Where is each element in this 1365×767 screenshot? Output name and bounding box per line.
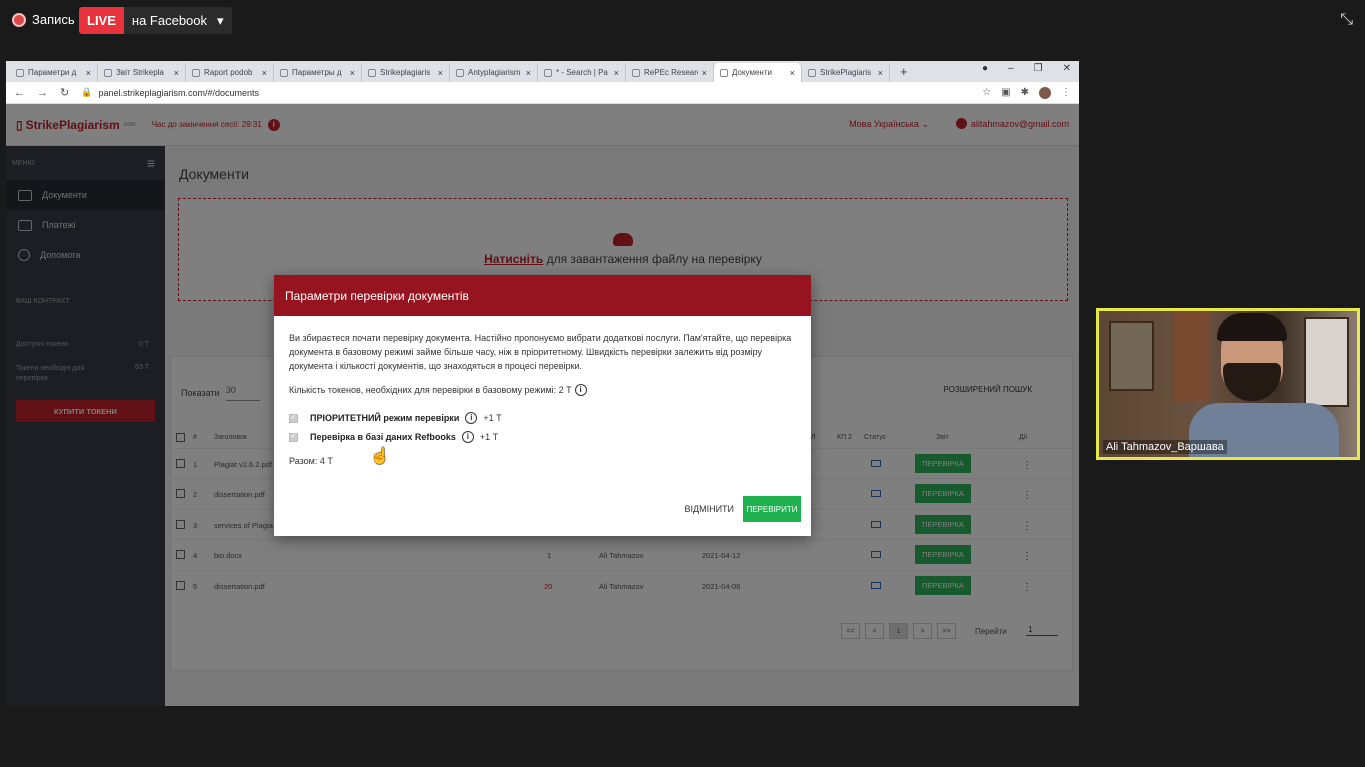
lock-icon: 🔒 xyxy=(81,87,93,97)
favicon-icon xyxy=(104,68,112,77)
token-count: Кількість токенов, необхідних для переві… xyxy=(289,383,796,397)
participant-name: Ali Tahmazov_Варшава xyxy=(1103,440,1227,454)
back-icon[interactable]: ← xyxy=(14,87,25,99)
close-tab-icon[interactable]: × xyxy=(438,68,443,78)
close-tab-icon[interactable]: × xyxy=(614,68,619,78)
reload-icon[interactable]: ↻ xyxy=(60,86,69,99)
browser-window: Параметри д × Звіт Strikepla × Raport podo… xyxy=(6,61,1079,706)
favicon-icon xyxy=(720,68,728,77)
browser-tab-active[interactable]: Документи × xyxy=(714,63,802,82)
restore-icon[interactable]: ❐ xyxy=(1034,63,1043,74)
option-checkbox[interactable]: ✓ xyxy=(289,413,298,423)
dialog-actions: ВІДМІНИТИ ПЕРЕВІРИТИ xyxy=(684,496,801,522)
tab-search-icon[interactable]: ● xyxy=(982,63,988,74)
dialog-body: Ви збираєтеся почати перевірку документа… xyxy=(274,316,811,468)
url-field[interactable]: 🔒 panel.strikeplagiarism.com/#/documents xyxy=(81,87,970,98)
new-tab-icon[interactable]: + xyxy=(900,64,908,79)
browser-tab[interactable]: Параметры д × xyxy=(274,63,362,82)
recording-label: Запись xyxy=(32,12,75,27)
extension-zoom-icon[interactable]: ▣ xyxy=(1001,87,1010,98)
browser-tab[interactable]: * - Search | Pa × xyxy=(538,63,626,82)
option-cost: +1 Т xyxy=(483,413,502,423)
video-picture-frame xyxy=(1304,317,1349,407)
tab-title: Звіт Strikepla xyxy=(116,68,164,77)
video-window xyxy=(1109,321,1154,391)
exit-fullscreen-icon[interactable]: ⤡ xyxy=(1340,11,1353,29)
close-tab-icon[interactable]: × xyxy=(878,68,883,78)
tab-title: Raport podob xyxy=(204,68,253,77)
url-text: panel.strikeplagiarism.com/#/documents xyxy=(98,87,260,98)
favicon-icon xyxy=(368,68,376,77)
minimize-icon[interactable]: – xyxy=(1008,63,1014,74)
participant-video[interactable]: Ali Tahmazov_Варшава xyxy=(1096,308,1360,460)
favicon-icon xyxy=(544,68,552,77)
tab-title: Параметри д xyxy=(28,68,77,77)
total-cost: Разом: 4 Т xyxy=(289,456,333,466)
info-icon[interactable]: i xyxy=(574,384,587,396)
option-refbooks[interactable]: ✓ Перевірка в базі даних Refbooks i +1 Т xyxy=(289,430,796,444)
video-door xyxy=(1174,311,1209,401)
close-tab-icon[interactable]: × xyxy=(174,68,179,78)
tab-title: Параметры д xyxy=(292,68,342,77)
video-person-hair xyxy=(1217,313,1287,341)
favicon-icon xyxy=(632,68,640,77)
tab-bar: Параметри д × Звіт Strikepla × Raport podo… xyxy=(6,61,1079,82)
forward-icon[interactable]: → xyxy=(37,87,48,99)
tab-title: * - Search | Pa xyxy=(556,68,608,77)
extensions-icon[interactable]: ✱ xyxy=(1021,87,1029,98)
live-badge: LIVE xyxy=(79,7,124,34)
option-cost: +1 Т xyxy=(479,432,499,442)
tab-title: Strikeplagiaris xyxy=(380,68,431,77)
favicon-icon xyxy=(456,68,464,77)
favicon-icon xyxy=(280,68,288,77)
dialog-intro: Ви збираєтеся почати перевірку документа… xyxy=(289,333,792,371)
browser-tab[interactable]: Raport podob × xyxy=(186,63,274,82)
browser-tab[interactable]: Antyplagiarism × xyxy=(450,63,538,82)
live-stream-control[interactable]: LIVE на Facebook ▾ xyxy=(79,7,232,34)
browser-tab[interactable]: Параметри д × xyxy=(10,63,98,82)
close-tab-icon[interactable]: × xyxy=(262,68,267,78)
hand-cursor-icon: ☝ xyxy=(370,448,390,465)
tab-title: Документи xyxy=(732,68,772,77)
address-bar: ← → ↻ 🔒 panel.strikeplagiarism.com/#/doc… xyxy=(6,82,1079,104)
cancel-button[interactable]: ВІДМІНИТИ xyxy=(684,504,734,514)
close-tab-icon[interactable]: × xyxy=(526,68,531,78)
caret-down-icon: ▾ xyxy=(217,12,224,28)
live-target-dropdown[interactable]: на Facebook ▾ xyxy=(123,7,232,34)
window-controls: ● – ❐ ✕ xyxy=(982,63,1071,74)
close-tab-icon[interactable]: × xyxy=(86,68,91,78)
option-label: ПРІОРИТЕТНИЙ режим перевірки xyxy=(310,413,460,423)
option-priority[interactable]: ✓ ПРІОРИТЕТНИЙ режим перевірки i +1 Т xyxy=(289,411,796,425)
tab-title: RePEc Researc xyxy=(644,68,698,77)
favicon-icon xyxy=(192,68,200,77)
browser-tab[interactable]: StrikePlagiaris × xyxy=(802,63,890,82)
more-menu-icon[interactable]: ⋮ xyxy=(1061,87,1071,98)
recording-indicator[interactable]: Запись xyxy=(12,12,75,27)
close-tab-icon[interactable]: × xyxy=(702,68,707,78)
star-icon[interactable]: ☆ xyxy=(982,87,991,98)
browser-tab[interactable]: RePEc Researc × xyxy=(626,63,714,82)
tab-title: Antyplagiarism xyxy=(468,68,521,77)
app: ▯ StrikePlagiarism .com Час до закінченн… xyxy=(6,104,1079,706)
browser-tab[interactable]: Strikeplagiaris × xyxy=(362,63,450,82)
submit-check-button[interactable]: ПЕРЕВІРИТИ xyxy=(743,496,801,522)
dialog-title: Параметри перевірки документів xyxy=(274,275,811,316)
check-params-dialog: Параметри перевірки документів Ви збирає… xyxy=(274,275,811,536)
option-checkbox[interactable]: ✓ xyxy=(289,432,298,442)
tab-title: StrikePlagiaris xyxy=(820,68,872,77)
option-label: Перевірка в базі даних Refbooks xyxy=(310,432,456,442)
token-count-text: Кількість токенов, необхідних для переві… xyxy=(289,385,572,395)
close-tab-icon[interactable]: × xyxy=(790,68,795,78)
record-icon xyxy=(12,12,26,27)
favicon-icon xyxy=(808,68,816,77)
live-target-label: на Facebook xyxy=(131,13,208,28)
close-window-icon[interactable]: ✕ xyxy=(1063,63,1071,74)
info-icon[interactable]: i xyxy=(465,412,478,424)
favicon-icon xyxy=(16,68,24,77)
zoom-top-bar: Запись LIVE на Facebook ▾ ⤡ xyxy=(0,0,1365,42)
browser-tab[interactable]: Звіт Strikepla × xyxy=(98,63,186,82)
info-icon[interactable]: i xyxy=(461,431,474,443)
profile-avatar[interactable] xyxy=(1039,86,1051,99)
close-tab-icon[interactable]: × xyxy=(350,68,355,78)
